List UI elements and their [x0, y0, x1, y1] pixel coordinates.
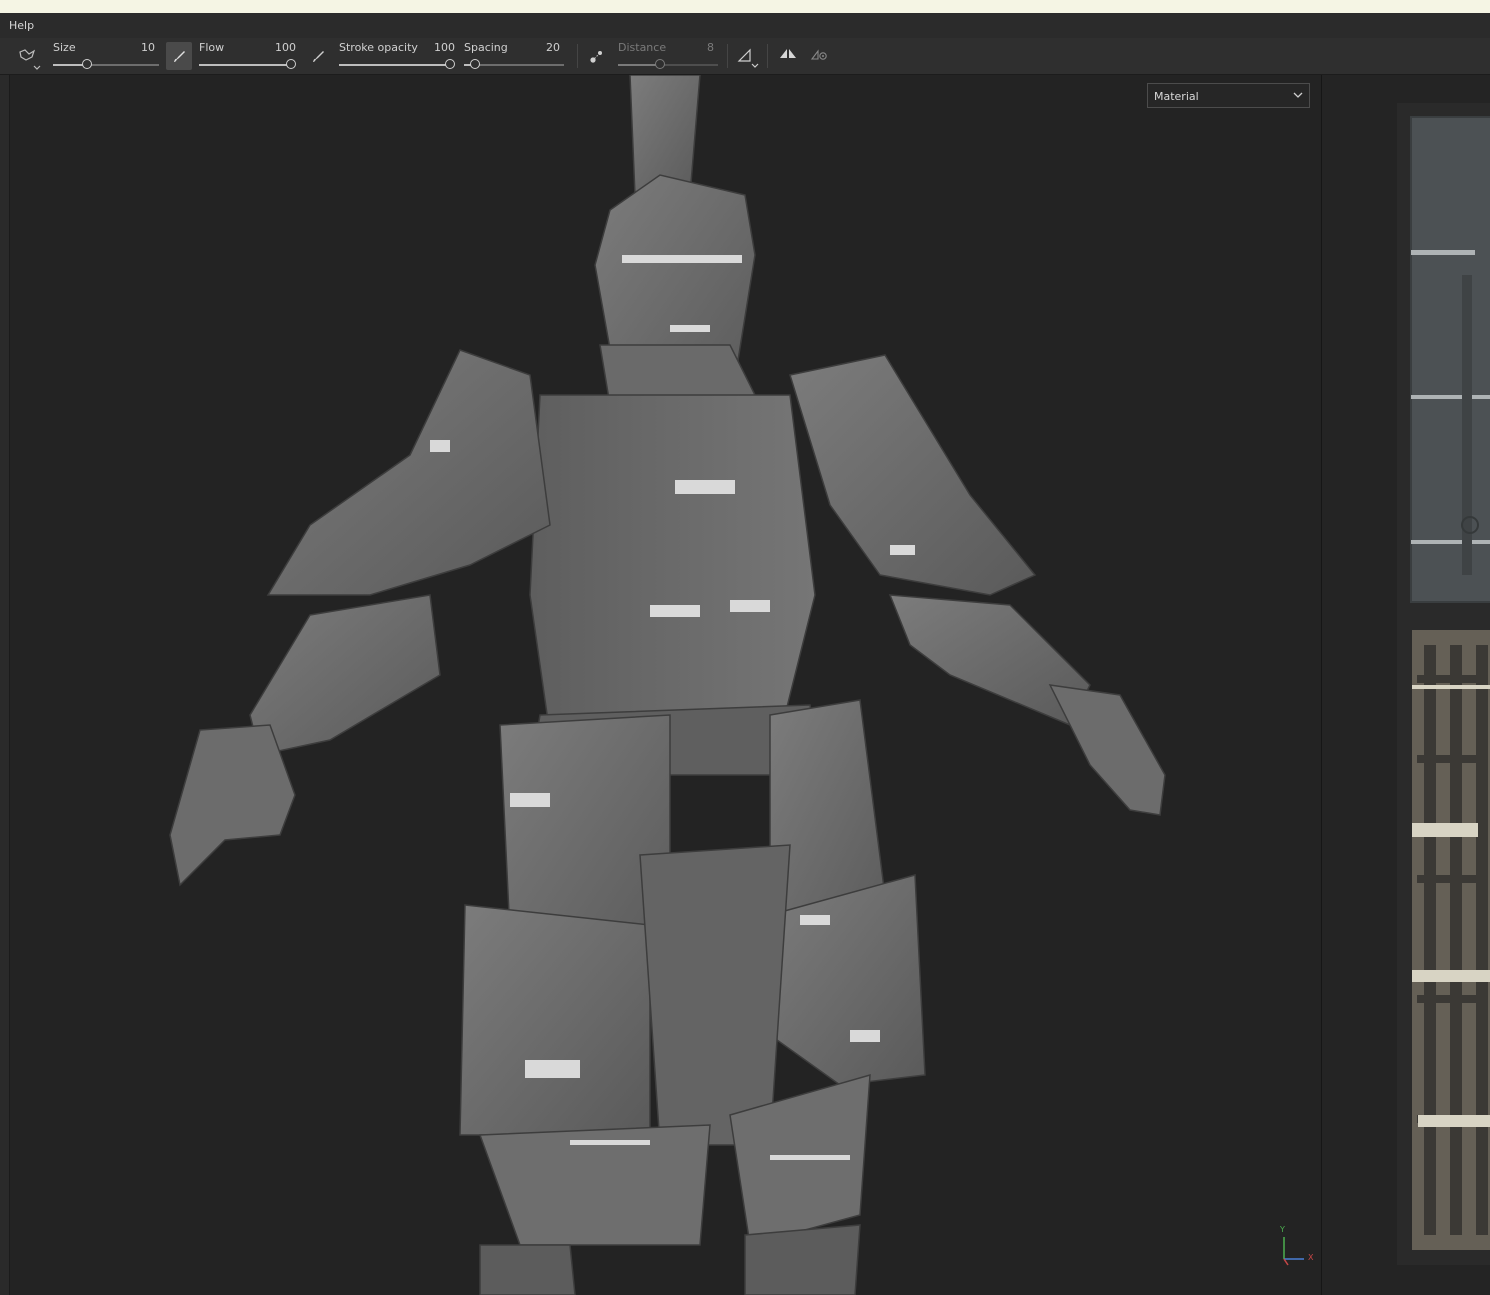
flow-track[interactable] — [199, 64, 291, 66]
flow-label: Flow — [199, 41, 225, 54]
size-value: 10 — [141, 41, 155, 54]
stroke-opacity-handle[interactable] — [445, 59, 455, 69]
spacing-value: 20 — [546, 41, 560, 54]
symmetry-button[interactable] — [775, 42, 801, 70]
flow-brush-button[interactable] — [166, 42, 192, 70]
channel-select[interactable]: Material — [1147, 83, 1310, 108]
symmetry-settings-icon — [810, 49, 827, 60]
stroke-opacity-brush-button[interactable] — [305, 42, 331, 70]
stroke-opacity-track[interactable] — [339, 64, 450, 66]
brush-toolbar: Size 10 Flow 100 Stroke opacity 100 Spac… — [0, 38, 1490, 75]
stroke-opacity-brush-icon — [313, 51, 324, 62]
flow-handle[interactable] — [286, 59, 296, 69]
stroke-opacity-label: Stroke opacity — [339, 41, 418, 54]
symmetry-settings-button[interactable] — [807, 42, 833, 70]
stroke-opacity-fill — [339, 64, 450, 66]
spacing-label: Spacing — [464, 41, 508, 54]
chevron-down-icon — [1293, 92, 1303, 98]
size-track[interactable] — [53, 64, 159, 66]
flow-fill — [199, 64, 291, 66]
flow-brush-icon — [174, 51, 185, 62]
lazy-mouse-button[interactable] — [583, 42, 609, 70]
left-dock-edge — [0, 75, 10, 1295]
alignment-icon — [737, 48, 759, 68]
symmetry-icon — [780, 49, 796, 58]
size-label: Size — [53, 41, 76, 54]
axis-y-label: Y — [1280, 1225, 1285, 1234]
toolbar-separator — [727, 44, 728, 68]
distance-label: Distance — [618, 41, 667, 54]
toolbar-separator — [577, 44, 578, 68]
lazy-mouse-icon — [590, 51, 602, 63]
flow-value: 100 — [275, 41, 296, 54]
window-top-strip — [0, 0, 1490, 13]
size-handle[interactable] — [82, 59, 92, 69]
axis-x-label: X — [1308, 1253, 1314, 1262]
uv-texture-preview — [1397, 103, 1490, 1265]
viewport-2d[interactable] — [1321, 75, 1490, 1295]
spacing-handle[interactable] — [470, 59, 480, 69]
distance-fill — [618, 64, 658, 66]
menu-bar: Help — [0, 13, 1490, 39]
distance-handle[interactable] — [655, 59, 665, 69]
brush-preset-icon — [19, 49, 41, 70]
channel-select-value: Material — [1154, 90, 1199, 103]
brush-preset-button[interactable] — [12, 42, 41, 70]
distance-track[interactable] — [618, 64, 718, 66]
viewport-3d[interactable]: Material Y X — [10, 75, 1320, 1295]
axis-gizmo-icon — [1283, 1237, 1304, 1266]
axis-gizmo: Y X — [1272, 1225, 1317, 1270]
distance-value: 8 — [707, 41, 714, 54]
alignment-button[interactable] — [733, 42, 759, 70]
stroke-opacity-value: 100 — [434, 41, 455, 54]
toolbar-separator — [767, 44, 768, 68]
armor-character-model — [169, 75, 1166, 1295]
menu-help[interactable]: Help — [9, 19, 34, 32]
